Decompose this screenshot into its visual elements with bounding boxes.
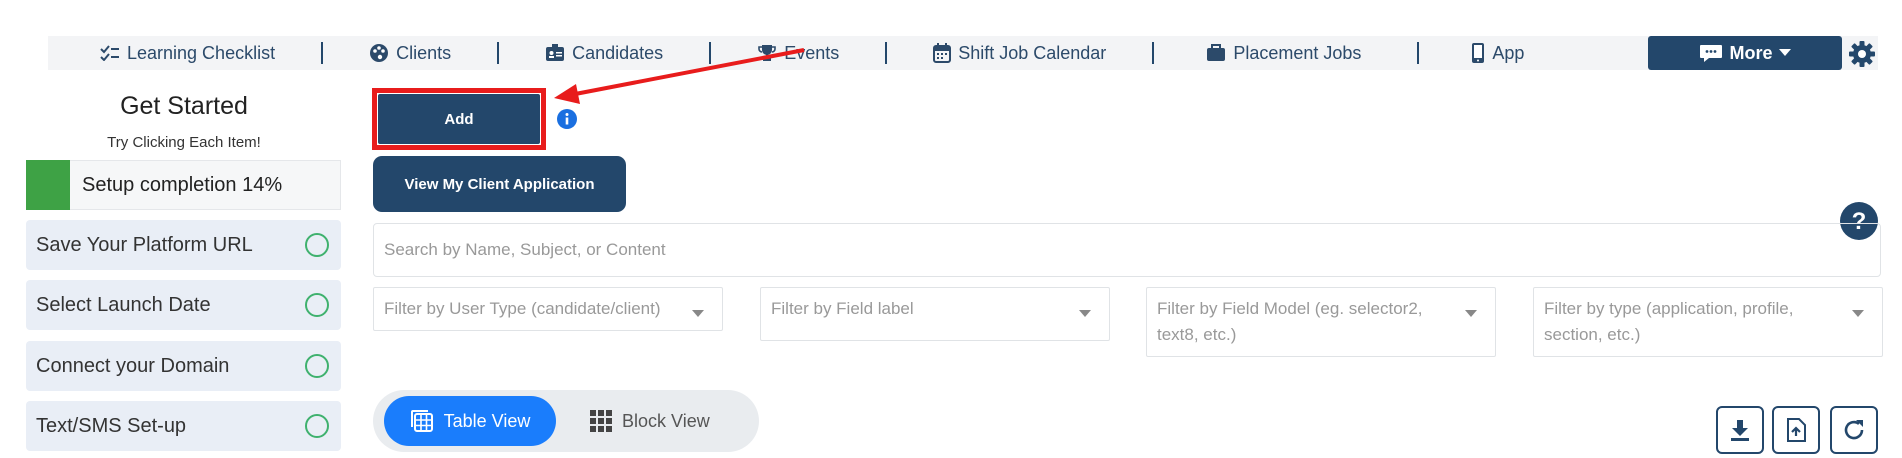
nav-app-label: App bbox=[1492, 42, 1525, 63]
nav-clients[interactable]: Clients bbox=[369, 36, 451, 70]
filter-placeholder: Filter by Field label bbox=[771, 299, 914, 318]
add-button[interactable]: Add bbox=[378, 94, 540, 144]
task-connect-domain[interactable]: Connect your Domain bbox=[26, 341, 341, 391]
filter-placeholder: Filter by type (application, profile, se… bbox=[1544, 299, 1794, 344]
gear-icon[interactable] bbox=[1848, 40, 1876, 68]
checklist-icon bbox=[100, 45, 119, 61]
search-input[interactable]: Search by Name, Subject, or Content bbox=[373, 223, 1881, 277]
nav-shift-job-calendar[interactable]: Shift Job Calendar bbox=[933, 36, 1106, 70]
mobile-icon bbox=[1472, 43, 1485, 63]
table-view-button[interactable]: Table View bbox=[384, 396, 556, 446]
filter-user-type-select[interactable]: Filter by User Type (candidate/client) bbox=[373, 287, 723, 331]
refresh-button[interactable] bbox=[1830, 406, 1878, 454]
task-label: Save Your Platform URL bbox=[36, 233, 253, 256]
filter-field-label-select[interactable]: Filter by Field label bbox=[760, 287, 1110, 341]
caret-down-icon bbox=[1079, 310, 1091, 317]
nav-shift-job-calendar-label: Shift Job Calendar bbox=[958, 42, 1107, 63]
nav-placement-jobs[interactable]: Placement Jobs bbox=[1206, 36, 1361, 70]
nav-divider bbox=[321, 42, 324, 64]
view-client-application-button[interactable]: View My Client Application bbox=[373, 156, 626, 212]
task-save-platform-url[interactable]: Save Your Platform URL bbox=[26, 220, 341, 270]
task-label: Text/SMS Set-up bbox=[36, 414, 187, 437]
task-status-circle-icon bbox=[305, 354, 329, 378]
annotation-arrow bbox=[554, 48, 805, 104]
upload-file-button[interactable] bbox=[1772, 406, 1820, 454]
task-text-sms-setup[interactable]: Text/SMS Set-up bbox=[26, 401, 341, 451]
task-label: Select Launch Date bbox=[36, 293, 211, 316]
top-nav: Learning Checklist Clients Candidates Ev… bbox=[48, 36, 1878, 70]
caret-down-icon bbox=[1852, 310, 1864, 317]
block-view-button[interactable]: Block View bbox=[590, 396, 740, 446]
task-select-launch-date[interactable]: Select Launch Date bbox=[26, 280, 341, 330]
setup-completion-label: Setup completion 14% bbox=[82, 173, 283, 196]
caret-down-icon bbox=[1778, 49, 1791, 56]
task-status-circle-icon bbox=[305, 233, 329, 257]
table-view-label: Table View bbox=[443, 410, 531, 431]
get-started-title: Get Started bbox=[120, 92, 248, 120]
refresh-icon bbox=[1844, 420, 1864, 440]
nav-app[interactable]: App bbox=[1471, 36, 1524, 70]
more-button-label: More bbox=[1729, 42, 1773, 63]
setup-progress-bar bbox=[26, 159, 70, 210]
calendar-icon bbox=[933, 43, 952, 63]
grid-icon bbox=[590, 410, 612, 432]
table-icon bbox=[410, 410, 433, 432]
setup-completion-row: Setup completion 14% bbox=[26, 159, 341, 210]
file-upload-icon bbox=[1787, 418, 1806, 442]
task-status-circle-icon bbox=[305, 293, 329, 317]
nav-divider bbox=[1417, 42, 1420, 64]
caret-down-icon bbox=[1465, 310, 1477, 317]
filter-placeholder: Filter by User Type (candidate/client) bbox=[384, 299, 661, 318]
nav-placement-jobs-label: Placement Jobs bbox=[1233, 42, 1362, 63]
comment-icon bbox=[1700, 45, 1723, 62]
task-label: Connect your Domain bbox=[36, 354, 230, 377]
filter-type-select[interactable]: Filter by type (application, profile, se… bbox=[1533, 287, 1883, 357]
get-started-subtitle: Try Clicking Each Item! bbox=[107, 134, 261, 151]
download-icon bbox=[1731, 420, 1749, 441]
block-view-label: Block View bbox=[622, 410, 710, 431]
info-icon[interactable] bbox=[557, 109, 577, 129]
nav-divider bbox=[1152, 42, 1155, 64]
nav-learning-checklist[interactable]: Learning Checklist bbox=[100, 36, 275, 70]
nav-divider bbox=[497, 42, 500, 64]
task-status-circle-icon bbox=[305, 414, 329, 438]
more-menu-button[interactable]: More bbox=[1648, 36, 1842, 70]
filter-placeholder: Filter by Field Model (eg. selector2, te… bbox=[1157, 299, 1423, 344]
palette-icon bbox=[370, 44, 389, 62]
caret-down-icon bbox=[692, 310, 704, 317]
nav-learning-checklist-label: Learning Checklist bbox=[127, 42, 276, 63]
filter-field-model-select[interactable]: Filter by Field Model (eg. selector2, te… bbox=[1146, 287, 1496, 357]
nav-clients-label: Clients bbox=[396, 42, 452, 63]
nav-divider bbox=[885, 42, 888, 64]
download-button[interactable] bbox=[1716, 406, 1764, 454]
briefcase-icon bbox=[1207, 44, 1226, 61]
